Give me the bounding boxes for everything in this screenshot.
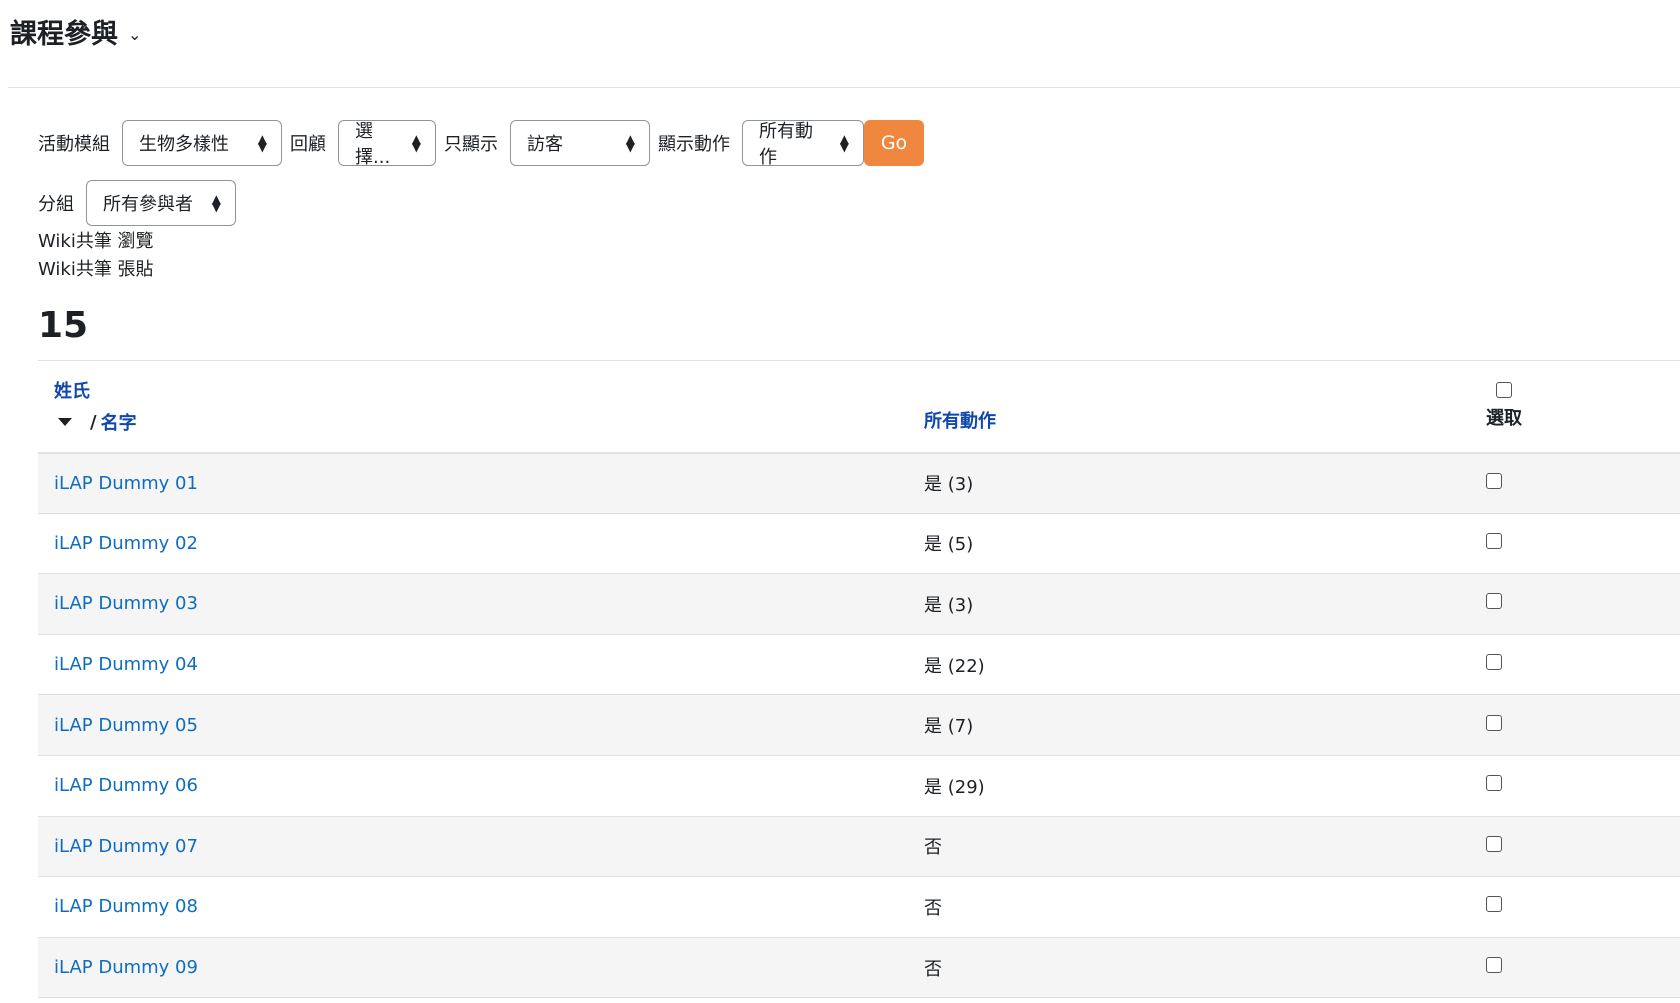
participant-actions: 是 (22) [924,655,985,677]
table-row: iLAP Dummy 08 否 [38,876,1680,938]
select-header: 選取 [1470,361,1680,453]
show-only-select[interactable]: 訪客 ▲ ▼ [510,120,650,166]
activity-select[interactable]: 生物多樣性 ▲ ▼ [122,120,282,166]
activity-label: 活動模組 [38,134,110,155]
selected-actions: Wiki共筆 瀏覽 Wiki共筆 張貼 [38,228,154,284]
select-arrows-icon: ▲ ▼ [625,132,635,154]
show-actions-select-value: 所有動作 [759,121,813,168]
show-actions-label: 顯示動作 [658,134,730,155]
participant-name-link[interactable]: iLAP Dummy 05 [54,715,198,736]
lookback-select-value: 選擇... [355,121,391,168]
participant-count: 15 [38,305,89,346]
sort-lastname-link[interactable]: 姓氏 [54,381,90,402]
participant-actions: 是 (5) [924,534,974,556]
show-only-label: 只顯示 [444,134,498,155]
row-select-checkbox[interactable] [1486,775,1502,792]
table-row: iLAP Dummy 05 是 (7) [38,694,1680,756]
group-row: 分組 所有參與者 ▲ ▼ [38,180,244,226]
select-arrows-icon: ▲ ▼ [257,132,267,154]
page-title-text: 課程參與 [10,19,118,50]
lookback-select[interactable]: 選擇... ▲ ▼ [338,120,436,168]
activity-select-value: 生物多樣性 [139,134,229,155]
table-row: iLAP Dummy 09 否 [38,937,1680,998]
participant-name-link[interactable]: iLAP Dummy 03 [54,593,198,614]
filter-row: 活動模組 生物多樣性 ▲ ▼ 回顧 選擇... ▲ ▼ 只顯示 訪客 ▲ ▼ 顯示動作… [38,120,924,168]
participant-actions: 否 [924,837,942,859]
table-row: iLAP Dummy 07 否 [38,816,1680,877]
lookback-label: 回顧 [290,134,326,155]
participation-table: 姓氏 / 名字 所有動作 選取 iLAP Dummy 01 是 (3) iLAP [38,360,1680,998]
page-title[interactable]: 課程參與 ⌄ [10,12,141,51]
table-row: iLAP Dummy 04 是 (22) [38,634,1680,695]
table-row: iLAP Dummy 06 是 (29) [38,755,1680,817]
participant-actions: 是 (3) [924,474,974,496]
table-row: iLAP Dummy 02 是 (5) [38,513,1680,574]
participant-name-link[interactable]: iLAP Dummy 06 [54,775,198,796]
participant-name-link[interactable]: iLAP Dummy 01 [54,473,198,494]
row-select-checkbox[interactable] [1486,957,1502,974]
actions-header: 所有動作 [908,361,1470,453]
chevron-down-icon[interactable]: ⌄ [128,25,141,44]
show-only-select-value: 訪客 [527,134,563,155]
action-item: Wiki共筆 瀏覽 [38,231,154,252]
participant-name-link[interactable]: iLAP Dummy 07 [54,836,198,857]
table-header-row: 姓氏 / 名字 所有動作 選取 [38,360,1680,453]
participant-actions: 否 [924,958,942,980]
row-select-checkbox[interactable] [1486,472,1502,489]
select-arrows-icon: ▲ ▼ [839,132,849,154]
name-header: 姓氏 / 名字 [38,361,908,453]
participant-actions: 否 [924,897,942,919]
row-select-checkbox[interactable] [1486,593,1502,610]
row-select-checkbox[interactable] [1486,714,1502,731]
participant-name-link[interactable]: iLAP Dummy 04 [54,654,198,675]
go-button[interactable]: Go [864,120,924,166]
row-select-checkbox[interactable] [1486,835,1502,852]
group-select[interactable]: 所有參與者 ▲ ▼ [86,180,236,226]
action-item: Wiki共筆 張貼 [38,259,154,280]
row-select-checkbox[interactable] [1486,896,1502,913]
select-header-label: 選取 [1486,408,1522,430]
table-row: iLAP Dummy 03 是 (3) [38,573,1680,635]
sort-actions-link[interactable]: 所有動作 [924,411,996,432]
participant-actions: 是 (7) [924,716,974,738]
header-divider [8,87,1680,88]
name-separator: / [90,411,97,433]
group-label: 分組 [38,194,74,215]
select-arrows-icon: ▲ ▼ [211,192,221,214]
row-select-checkbox[interactable] [1486,532,1502,549]
participant-actions: 是 (3) [924,594,974,616]
sort-firstname-link[interactable]: 名字 [101,409,137,435]
show-actions-select[interactable]: 所有動作 ▲ ▼ [742,120,864,168]
participant-name-link[interactable]: iLAP Dummy 09 [54,957,198,978]
select-all-checkbox[interactable] [1496,382,1512,399]
participant-name-link[interactable]: iLAP Dummy 08 [54,896,198,917]
participant-actions: 是 (29) [924,776,985,798]
select-arrows-icon: ▲ ▼ [411,132,421,154]
group-select-value: 所有參與者 [103,194,193,215]
participant-name-link[interactable]: iLAP Dummy 02 [54,533,198,554]
sort-desc-icon [58,418,72,427]
row-select-checkbox[interactable] [1486,654,1502,671]
table-row: iLAP Dummy 01 是 (3) [38,452,1680,514]
